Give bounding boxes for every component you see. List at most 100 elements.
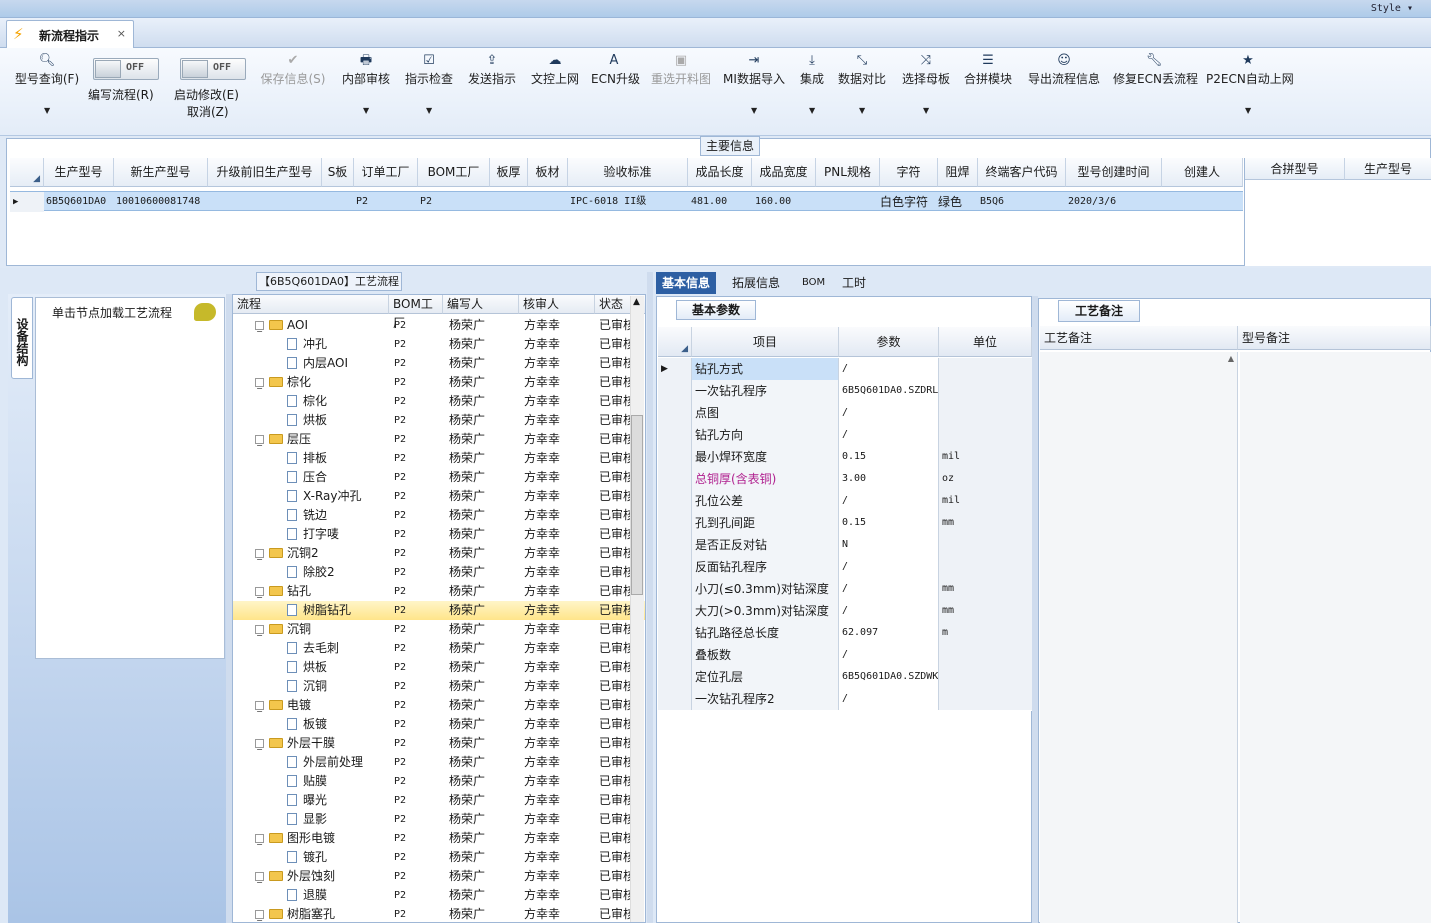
tree-row[interactable]: 内层AOI P2 杨荣广 方幸幸 已审核: [233, 354, 645, 373]
param-value[interactable]: 62.097: [839, 622, 939, 644]
integrate-button[interactable]: ⤓ 集成 ▼: [797, 52, 827, 115]
column-header[interactable]: 工艺备注: [1040, 326, 1238, 350]
table-cell[interactable]: [322, 192, 354, 212]
table-cell[interactable]: B5Q6: [978, 192, 1066, 212]
row-header-corner[interactable]: ◢: [658, 327, 692, 357]
tree-row[interactable]: 压合 P2 杨荣广 方幸幸 已审核: [233, 468, 645, 487]
table-cell[interactable]: 10010600081748: [114, 192, 208, 212]
tree-row[interactable]: 烘板 P2 杨荣广 方幸幸 已审核: [233, 411, 645, 430]
collapse-icon[interactable]: −: [255, 739, 264, 754]
param-value[interactable]: /: [839, 644, 939, 666]
row-header[interactable]: [658, 468, 692, 490]
table-cell[interactable]: 绿色: [938, 192, 978, 212]
row-header[interactable]: [658, 446, 692, 468]
tree-row[interactable]: 显影 P2 杨荣广 方幸幸 已审核: [233, 810, 645, 829]
table-cell[interactable]: P2: [418, 192, 490, 212]
tree-row[interactable]: − 棕化 P2 杨荣广 方幸幸 已审核: [233, 373, 645, 393]
collapse-icon[interactable]: −: [255, 910, 264, 922]
collapse-icon[interactable]: −: [255, 834, 264, 849]
tree-row[interactable]: 贴膜 P2 杨荣广 方幸幸 已审核: [233, 772, 645, 791]
table-cell[interactable]: [208, 192, 322, 212]
row-header[interactable]: [658, 578, 692, 600]
param-value[interactable]: 0.15: [839, 512, 939, 534]
tree-row[interactable]: 冲孔 P2 杨荣广 方幸幸 已审核: [233, 335, 645, 354]
cancel-label[interactable]: 取消(Z): [187, 103, 229, 120]
column-header[interactable]: 项目: [692, 327, 839, 357]
collapse-icon[interactable]: −: [255, 549, 264, 564]
param-row[interactable]: 定位孔层 6B5Q601DA0.SZDWK: [658, 666, 1032, 688]
column-header[interactable]: 单位: [939, 327, 1032, 357]
scroll-up-icon[interactable]: ▲: [1228, 354, 1234, 363]
row-header[interactable]: [658, 556, 692, 578]
row-header-corner[interactable]: ◢: [10, 158, 44, 187]
tab-bom[interactable]: BOM: [796, 272, 831, 294]
tree-row[interactable]: 排板 P2 杨荣广 方幸幸 已审核: [233, 449, 645, 468]
column-header[interactable]: 板材: [528, 158, 568, 187]
collapse-icon[interactable]: −: [255, 587, 264, 602]
param-row[interactable]: 钻孔方向 /: [658, 424, 1032, 446]
column-header[interactable]: 订单工厂: [354, 158, 418, 187]
column-header[interactable]: 生产型号: [1345, 158, 1431, 180]
row-header[interactable]: [658, 534, 692, 556]
param-row[interactable]: 大刀(>0.3mm)对钻深度 / mm: [658, 600, 1032, 622]
param-row[interactable]: 钻孔路径总长度 62.097 m: [658, 622, 1032, 644]
select-mother-button[interactable]: ⤨ 选择母板 ▼: [900, 52, 952, 115]
collapse-icon[interactable]: −: [255, 625, 264, 640]
param-row[interactable]: 一次钻孔程序2/: [658, 688, 1032, 710]
table-cell[interactable]: 6B5Q601DA0: [44, 192, 114, 212]
row-header[interactable]: [658, 622, 692, 644]
column-header[interactable]: 流程: [233, 295, 389, 314]
table-cell[interactable]: [1162, 192, 1243, 212]
column-header[interactable]: 型号创建时间: [1066, 158, 1162, 187]
doc-upload-button[interactable]: ☁ 文控上网: [529, 52, 581, 87]
row-header[interactable]: [658, 380, 692, 402]
param-value[interactable]: /: [839, 688, 939, 710]
tab-work-hours[interactable]: 工时: [836, 272, 872, 294]
send-button[interactable]: ⇪ 发送指示: [466, 52, 518, 87]
tree-row[interactable]: 沉铜 P2 杨荣广 方幸幸 已审核: [233, 677, 645, 696]
column-header[interactable]: 生产型号: [44, 158, 114, 187]
tree-row[interactable]: 外层前处理 P2 杨荣广 方幸幸 已审核: [233, 753, 645, 772]
row-pointer-icon[interactable]: ▶: [658, 358, 692, 380]
close-icon[interactable]: ×: [117, 27, 126, 40]
tree-scrollbar[interactable]: ▲: [630, 296, 644, 922]
param-row[interactable]: 一次钻孔程序 6B5Q601DA0.SZDRL: [658, 380, 1032, 402]
splitter[interactable]: [647, 272, 653, 923]
param-value[interactable]: /: [839, 424, 939, 446]
column-header[interactable]: 验收标准: [568, 158, 688, 187]
param-value[interactable]: /: [839, 556, 939, 578]
tree-row[interactable]: 棕化 P2 杨荣广 方幸幸 已审核: [233, 392, 645, 411]
tree-row[interactable]: − 外层蚀刻 P2 杨荣广 方幸幸 已审核: [233, 867, 645, 887]
column-header[interactable]: 成品宽度: [752, 158, 816, 187]
tree-row[interactable]: − 沉铜 P2 杨荣广 方幸幸 已审核: [233, 620, 645, 640]
fix-ecn-button[interactable]: 🔧︎ 修复ECN丢流程: [1113, 52, 1198, 87]
tree-row[interactable]: 镀孔 P2 杨荣广 方幸幸 已审核: [233, 848, 645, 867]
p2ecn-upload-button[interactable]: ★ P2ECN自动上网 ▼: [1206, 52, 1294, 115]
table-cell[interactable]: IPC-6018 II级: [568, 192, 688, 212]
compare-button[interactable]: ⤡ 数据对比 ▼: [836, 52, 888, 115]
merge-module-button[interactable]: ☰ 合拼模块: [962, 52, 1014, 87]
tab-basic-info[interactable]: 基本信息: [656, 272, 717, 294]
tab-basic-params[interactable]: 基本参数: [676, 300, 756, 320]
start-edit-switch[interactable]: OFF: [180, 58, 246, 80]
tree-row[interactable]: − 树脂塞孔 P2 杨荣广 方幸幸 已审核: [233, 905, 645, 922]
internal-review-button[interactable]: 🖶 内部审核 ▼: [340, 52, 392, 115]
param-row[interactable]: 孔到孔间距 0.15 mm: [658, 512, 1032, 534]
column-header[interactable]: 核审人: [519, 295, 595, 314]
table-cell[interactable]: 160.00: [752, 192, 816, 212]
column-header[interactable]: 参数: [839, 327, 939, 357]
param-row[interactable]: 最小焊环宽度 0.15 mil: [658, 446, 1032, 468]
column-header[interactable]: BOM工厂: [389, 295, 443, 330]
tree-row[interactable]: 板镀 P2 杨荣广 方幸幸 已审核: [233, 715, 645, 734]
column-header[interactable]: 新生产型号: [114, 158, 208, 187]
param-value[interactable]: 6B5Q601DA0.SZDWK: [839, 666, 939, 688]
param-value[interactable]: /: [839, 358, 939, 380]
collapse-icon[interactable]: −: [255, 321, 264, 336]
column-header[interactable]: 型号备注: [1238, 326, 1431, 350]
tree-row[interactable]: 树脂钻孔 P2 杨荣广 方幸幸 已审核: [233, 601, 645, 620]
row-header[interactable]: [658, 490, 692, 512]
column-header[interactable]: 合拼型号: [1245, 158, 1345, 180]
table-cell[interactable]: [528, 192, 568, 212]
column-header[interactable]: 成品长度: [688, 158, 752, 187]
param-row[interactable]: 孔位公差 / mil: [658, 490, 1032, 512]
